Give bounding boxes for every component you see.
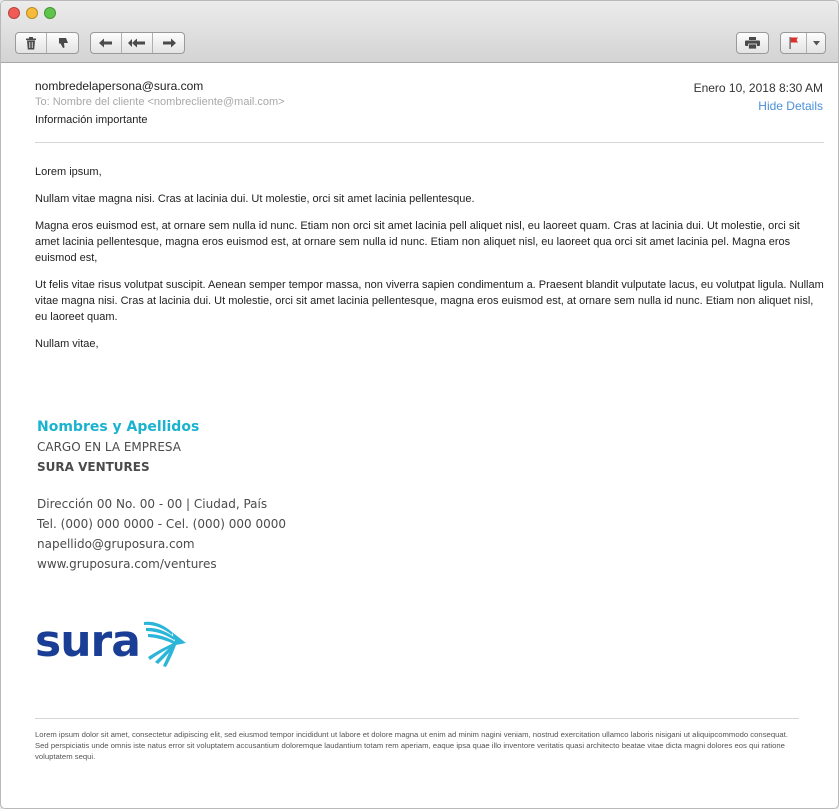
signature-name: Nombres y Apellidos (37, 419, 200, 435)
legal-disclaimer: Lorem ipsum dolor sit amet, consectetur … (35, 730, 788, 761)
trash-icon (26, 36, 36, 49)
flag-menu-button[interactable] (807, 33, 825, 53)
delete-button[interactable] (16, 33, 47, 53)
logo-text: sura (35, 616, 141, 667)
flag-button[interactable] (781, 33, 807, 53)
reply-all-button[interactable] (122, 33, 153, 53)
signature-company: SURA VENTURES (37, 460, 150, 474)
message-header: nombredelapersona@sura.com To: Nombre de… (35, 79, 824, 143)
reply-forward-group (90, 32, 185, 54)
signature-phones: Tel. (000) 000 0000 - Cel. (000) 000 000… (37, 517, 286, 531)
thumbs-down-icon (58, 38, 68, 48)
minimize-window-button[interactable] (26, 7, 38, 19)
message-body: Lorem ipsum, Nullam vitae magna nisi. Cr… (35, 164, 827, 363)
forward-arrow-icon (162, 38, 176, 48)
chevron-down-icon (812, 40, 820, 45)
closing: Nullam vitae, (35, 338, 99, 350)
signature-address: Dirección 00 No. 00 - 00 | Ciudad, País (37, 497, 268, 511)
body-paragraph: Ut felis vitae risus volutpat suscipit. … (35, 279, 824, 323)
sura-logo: sura (35, 616, 188, 668)
forward-button[interactable] (153, 33, 184, 53)
flag-group (780, 32, 826, 54)
signature-title: CARGO EN LA EMPRESA (37, 440, 181, 454)
greeting: Lorem ipsum, (35, 166, 102, 178)
zoom-window-button[interactable] (44, 7, 56, 19)
print-button[interactable] (737, 33, 768, 53)
signature-email[interactable]: napellido@gruposura.com (37, 534, 286, 554)
signature-website[interactable]: www.gruposura.com/ventures (37, 554, 286, 574)
print-group (736, 32, 769, 54)
delete-junk-group (15, 32, 79, 54)
subject-line: Información importante (35, 114, 148, 126)
reply-button[interactable] (91, 33, 122, 53)
wing-icon (143, 621, 186, 667)
window-controls (8, 7, 56, 19)
hide-details-link[interactable]: Hide Details (758, 99, 823, 113)
reply-all-arrow-icon (128, 38, 145, 48)
toolbar-right (736, 32, 826, 54)
footer-divider (35, 718, 799, 719)
mail-window: nombredelapersona@sura.com To: Nombre de… (0, 0, 839, 809)
sender-address: nombredelapersona@sura.com (35, 79, 204, 93)
body-paragraph: Nullam vitae magna nisi. Cras at lacinia… (35, 193, 475, 205)
printer-icon (745, 37, 760, 49)
recipient-line: To: Nombre del cliente <nombrecliente@ma… (35, 96, 285, 108)
reply-arrow-icon (99, 38, 112, 48)
title-bar (1, 1, 838, 63)
body-paragraph: Magna eros euismod est, at ornare sem nu… (35, 220, 800, 264)
message-date: Enero 10, 2018 8:30 AM (693, 81, 823, 95)
email-signature: Nombres y Apellidos CARGO EN LA EMPRESA … (37, 417, 286, 574)
junk-button[interactable] (47, 33, 78, 53)
close-window-button[interactable] (8, 7, 20, 19)
flag-icon (789, 37, 798, 49)
toolbar-left (15, 32, 185, 54)
